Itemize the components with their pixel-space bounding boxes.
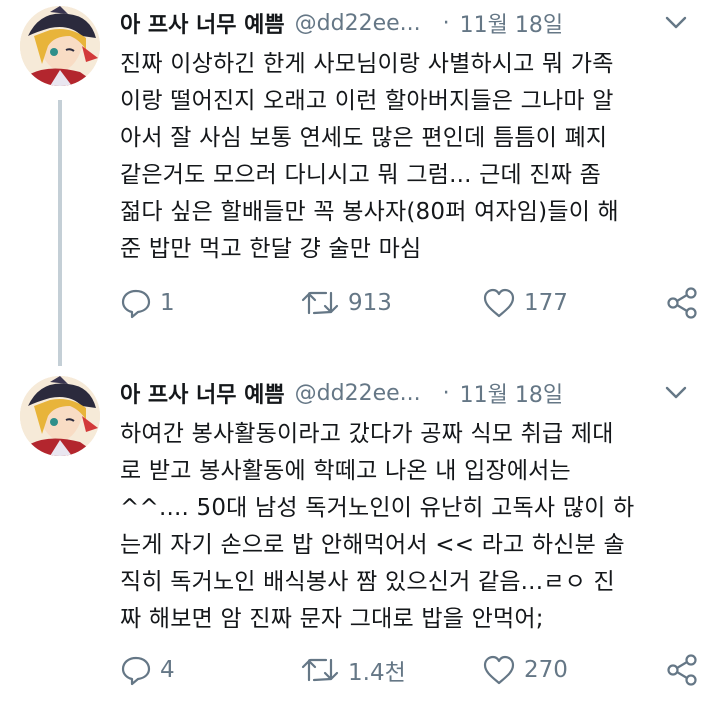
tweet-actions: 4 1.4천 270 bbox=[120, 650, 705, 690]
thread-line bbox=[58, 100, 62, 366]
reply-button[interactable]: 1 bbox=[120, 283, 175, 323]
share-button[interactable] bbox=[665, 283, 707, 323]
avatar[interactable] bbox=[20, 6, 100, 86]
share-icon bbox=[667, 287, 697, 319]
reply-count: 4 bbox=[160, 657, 175, 683]
like-icon bbox=[483, 288, 515, 318]
tweet-date[interactable]: 11월 18일 bbox=[460, 7, 563, 39]
chevron-down-icon[interactable] bbox=[662, 378, 690, 406]
like-button[interactable]: 177 bbox=[482, 283, 568, 323]
tweet[interactable]: 아 프사 너무 예쁨 @dd22ee... · 11월 18일 하여간 봉사활동… bbox=[0, 370, 720, 707]
retweet-icon bbox=[301, 658, 339, 682]
display-name[interactable]: 아 프사 너무 예쁨 bbox=[120, 7, 285, 39]
retweet-count: 1.4천 bbox=[348, 660, 406, 686]
user-handle[interactable]: @dd22ee... bbox=[295, 381, 421, 406]
tweet-text: 하여간 봉사활동이라고 갔다가 공짜 식모 취급 제대 로 받고 봉사활동에 학… bbox=[120, 421, 635, 632]
like-button[interactable]: 270 bbox=[482, 650, 568, 690]
like-count: 270 bbox=[524, 657, 568, 683]
user-handle[interactable]: @dd22ee... bbox=[295, 11, 421, 36]
reply-icon bbox=[121, 656, 151, 686]
retweet-icon bbox=[301, 291, 339, 315]
separator: · bbox=[442, 380, 450, 406]
tweet-date[interactable]: 11월 18일 bbox=[460, 377, 563, 409]
chevron-down-icon[interactable] bbox=[662, 8, 690, 36]
avatar[interactable] bbox=[20, 376, 100, 456]
tweet[interactable]: 아 프사 너무 예쁨 @dd22ee... · 11월 18일 진짜 이상하긴 … bbox=[0, 0, 720, 370]
share-button[interactable] bbox=[665, 650, 707, 690]
reply-count: 1 bbox=[160, 290, 175, 316]
share-icon bbox=[667, 654, 697, 686]
like-count: 177 bbox=[524, 290, 568, 316]
reply-button[interactable]: 4 bbox=[120, 650, 175, 690]
retweet-count: 913 bbox=[348, 290, 392, 316]
retweet-button[interactable]: 913 bbox=[300, 283, 392, 323]
tweet-header: 아 프사 너무 예쁨 @dd22ee... · 11월 18일 bbox=[120, 376, 710, 410]
display-name[interactable]: 아 프사 너무 예쁨 bbox=[120, 377, 285, 409]
separator: · bbox=[442, 10, 450, 36]
like-icon bbox=[483, 655, 515, 685]
tweet-text: 진짜 이상하긴 한게 사모님이랑 사별하시고 뭐 가족 이랑 떨어진지 오래고 … bbox=[120, 51, 619, 262]
tweet-header: 아 프사 너무 예쁨 @dd22ee... · 11월 18일 bbox=[120, 6, 710, 40]
reply-icon bbox=[121, 289, 151, 319]
tweet-actions: 1 913 177 bbox=[120, 283, 705, 323]
retweet-button[interactable]: 1.4천 bbox=[300, 650, 406, 690]
